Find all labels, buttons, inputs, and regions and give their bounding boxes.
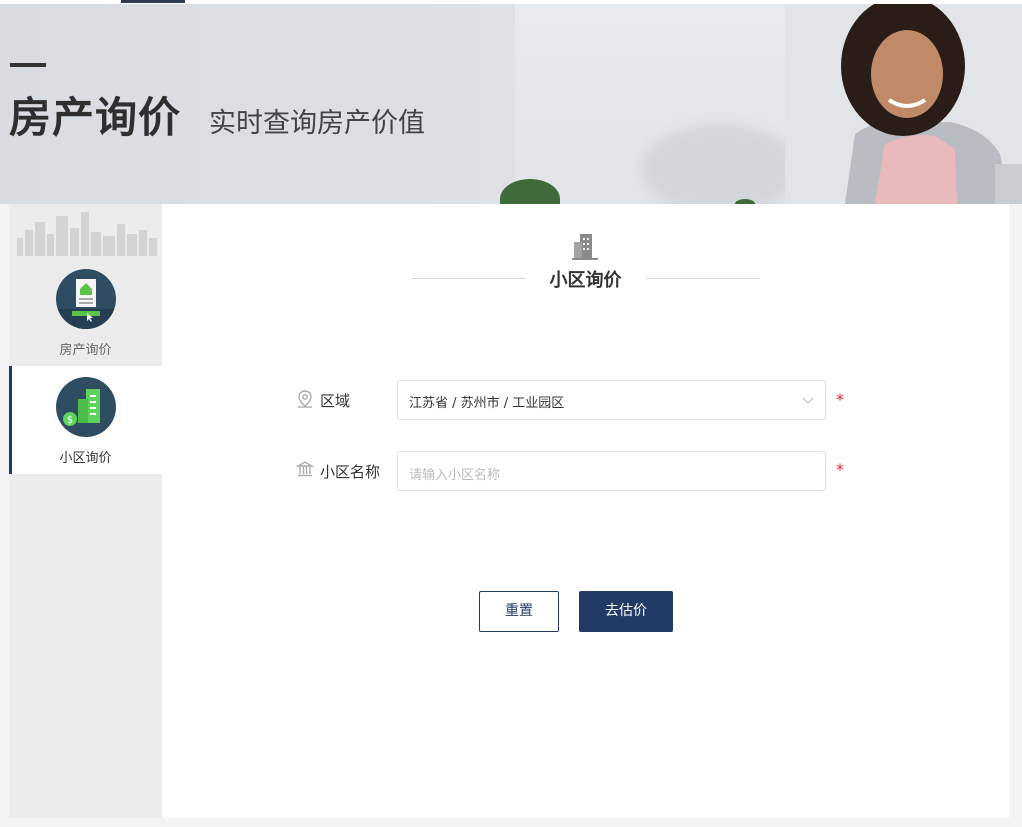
required-mark-region: * (836, 390, 844, 409)
sidebar-item-community-inquiry[interactable]: $ 小区询价 (9, 366, 162, 474)
banner-person-image (785, 4, 1022, 204)
sidebar-item-label: 小区询价 (59, 451, 112, 466)
banner: 房产询价 实时查询房产价值 (0, 4, 1022, 204)
svg-text:$: $ (67, 415, 73, 426)
title-divider-right (646, 278, 760, 279)
house-document-icon (56, 269, 116, 329)
community-name-label: 小区名称 (320, 463, 381, 481)
location-pin-icon (298, 390, 312, 408)
skyline-icon (17, 212, 157, 256)
main-panel: 小区询价 区域 江苏省 / 苏州市 / 工业园区 * 小区名称 请输入小区名称 … (162, 204, 1009, 818)
community-name-input[interactable]: 请输入小区名称 (397, 451, 826, 491)
section-title: 小区询价 (549, 270, 622, 291)
banner-title: 房产询价 (9, 93, 182, 142)
community-name-placeholder: 请输入小区名称 (409, 468, 501, 483)
region-label: 区域 (320, 392, 351, 410)
top-tab-indicator (121, 0, 185, 3)
building-icon (572, 234, 598, 260)
reset-button[interactable]: 重置 (479, 591, 559, 632)
title-dash (10, 63, 46, 67)
banner-decor (640, 124, 800, 204)
chevron-down-icon (802, 397, 814, 404)
region-value: 江苏省 / 苏州市 / 工业园区 (409, 396, 565, 411)
bank-building-icon (296, 461, 314, 477)
sidebar: 房产询价 $ 小区询价 (9, 204, 162, 818)
banner-subtitle: 实时查询房产价值 (209, 108, 425, 139)
estimate-button[interactable]: 去估价 (579, 591, 673, 632)
sidebar-item-label: 房产询价 (59, 343, 112, 358)
required-mark-community: * (836, 460, 844, 479)
region-select[interactable]: 江苏省 / 苏州市 / 工业园区 (397, 380, 826, 420)
sidebar-item-property-inquiry[interactable]: 房产询价 (9, 258, 162, 366)
buildings-price-icon: $ (56, 377, 116, 437)
